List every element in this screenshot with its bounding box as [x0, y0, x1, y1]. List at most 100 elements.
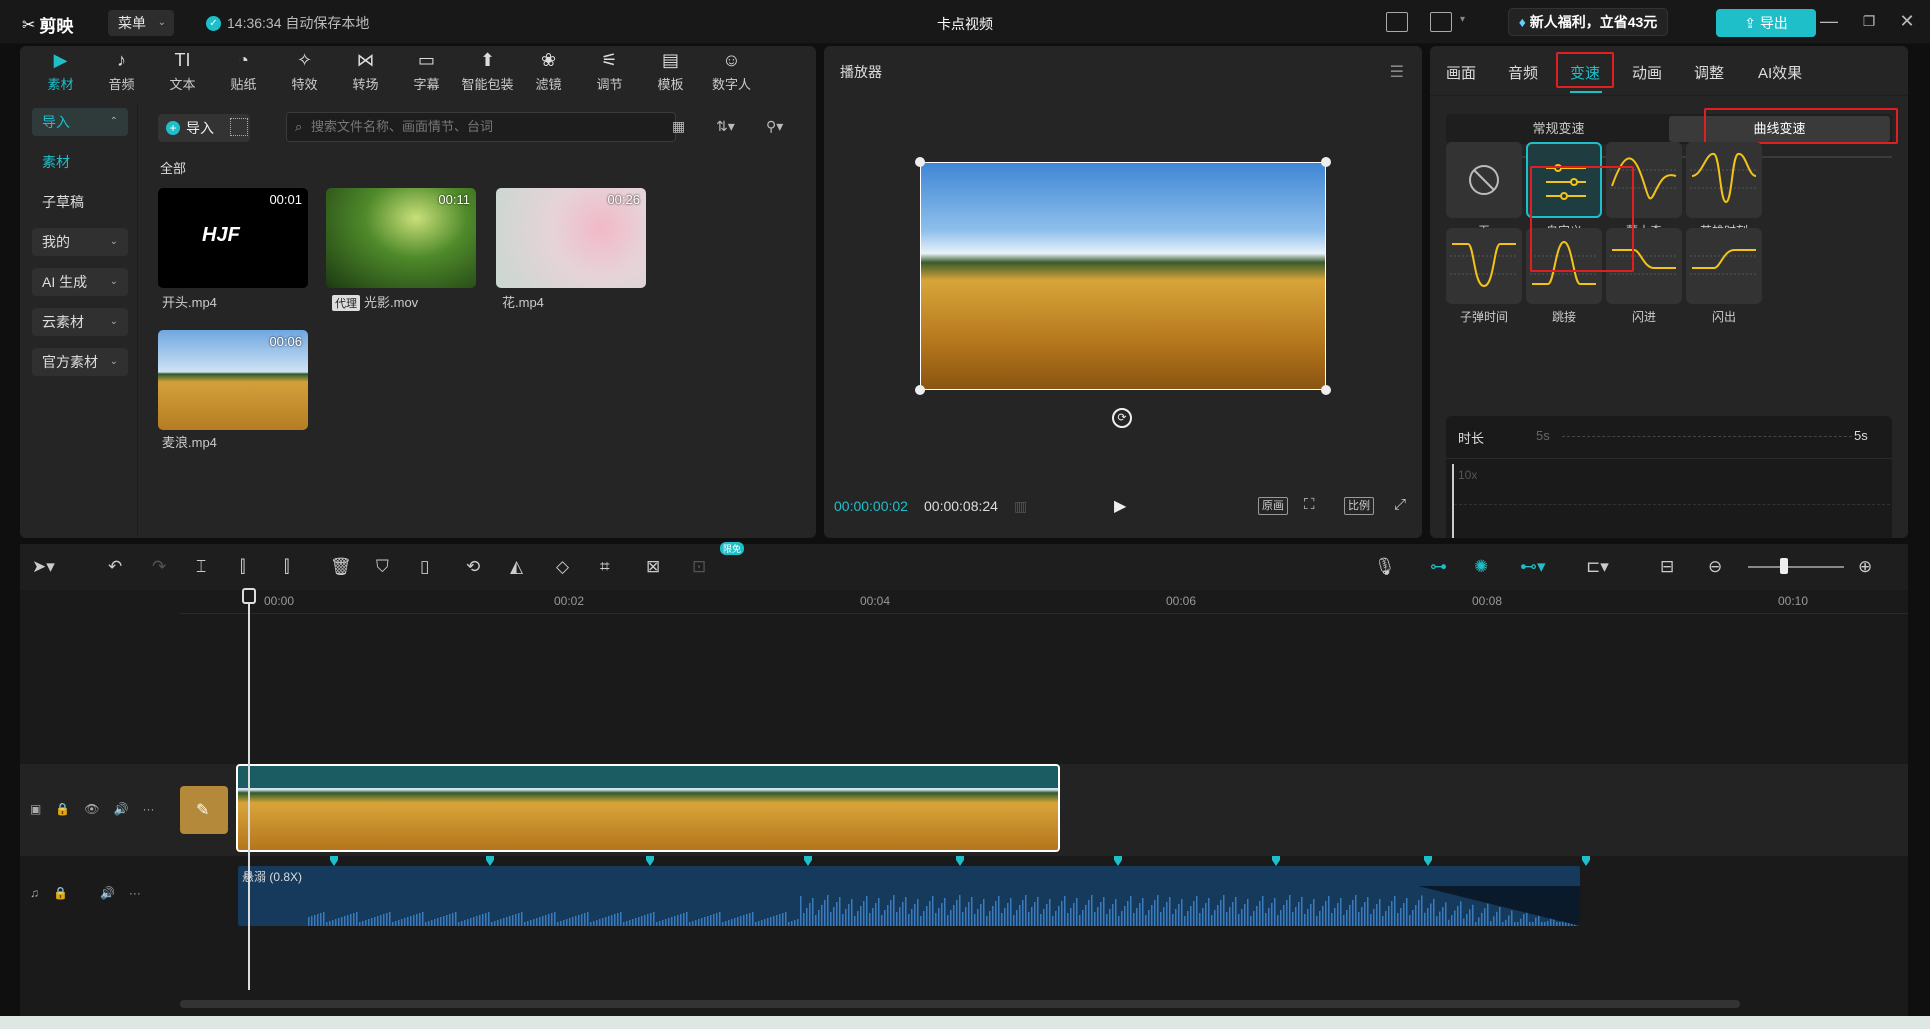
- media-thumb-light[interactable]: 00:11: [326, 188, 476, 288]
- menu-icon[interactable]: ☰: [1390, 62, 1404, 82]
- more-icon[interactable]: ···: [142, 802, 154, 816]
- main-track-magnet-icon[interactable]: ⊶: [1430, 558, 1447, 576]
- restore-button[interactable]: ❐: [1858, 10, 1880, 32]
- beat-marker[interactable]: [956, 856, 964, 866]
- preview-axis-icon[interactable]: ⊏▾: [1586, 558, 1609, 576]
- tab-animation[interactable]: 动画: [1632, 62, 1662, 83]
- toolbar-item-6[interactable]: ▭ 字幕: [396, 46, 457, 96]
- cover-thumbnail[interactable]: ✎: [180, 786, 228, 834]
- media-thumb-intro[interactable]: HJF 00:01: [158, 188, 308, 288]
- ratio-button[interactable]: 比例: [1344, 497, 1374, 515]
- fullscreen-icon[interactable]: ⤢: [1394, 496, 1406, 513]
- toolbar-item-1[interactable]: ♪ 音频: [91, 46, 152, 96]
- mirror-icon[interactable]: ◭: [510, 558, 523, 576]
- zoom-slider-thumb[interactable]: [1780, 558, 1788, 574]
- beat-marker[interactable]: [1114, 856, 1122, 866]
- sidebar-item-mine[interactable]: 我的 ⌄: [32, 228, 128, 256]
- beat-marker[interactable]: [330, 856, 338, 866]
- freeze-icon[interactable]: ▯: [420, 558, 429, 576]
- eye-icon[interactable]: 👁: [84, 802, 99, 816]
- resize-handle[interactable]: [1321, 157, 1331, 167]
- zoom-out-icon[interactable]: ⊖: [1708, 558, 1722, 576]
- audio-clip[interactable]: 悬溺 (0.8X): [238, 866, 1580, 926]
- curve-preset-2[interactable]: [1606, 142, 1682, 218]
- toolbar-item-9[interactable]: ⚟ 调节: [579, 46, 640, 96]
- curve-preset-5[interactable]: [1526, 228, 1602, 304]
- toolbar-item-3[interactable]: ◔ 贴纸: [213, 46, 274, 96]
- playhead-handle[interactable]: [242, 588, 256, 604]
- export-button[interactable]: ⇪ 导出: [1716, 9, 1816, 37]
- resize-handle[interactable]: [1321, 385, 1331, 395]
- normal-speed-button[interactable]: 常规变速: [1448, 116, 1669, 142]
- zoom-slider[interactable]: [1748, 566, 1844, 568]
- qr-scan-icon[interactable]: [230, 118, 248, 136]
- toolbar-item-5[interactable]: ⋈ 转场: [335, 46, 396, 96]
- tab-ai-effects[interactable]: AI效果: [1758, 62, 1802, 83]
- undo-icon[interactable]: ↶: [108, 558, 122, 576]
- redo-icon[interactable]: ↷: [152, 558, 166, 576]
- split-left-icon[interactable]: ⫿: [240, 558, 245, 576]
- chevron-down-icon[interactable]: ▾: [1460, 14, 1465, 25]
- ai-cutout-icon[interactable]: ⊡: [692, 558, 706, 576]
- beat-marker[interactable]: [646, 856, 654, 866]
- close-button[interactable]: ✕: [1896, 10, 1918, 32]
- time-ruler[interactable]: 00:00 00:02 00:04 00:06 00:08 00:10: [180, 590, 1908, 614]
- volume-icon[interactable]: 🔊: [114, 802, 129, 816]
- main-menu-button[interactable]: 菜单 ⌄: [108, 10, 174, 36]
- delete-icon[interactable]: 🗑: [330, 558, 352, 576]
- media-thumb-wheat[interactable]: 00:06: [158, 330, 308, 430]
- curve-preset-1[interactable]: [1526, 142, 1602, 218]
- auto-reframe-icon[interactable]: ⊠: [646, 558, 660, 576]
- curve-preset-0[interactable]: [1446, 142, 1522, 218]
- video-preview[interactable]: [920, 162, 1326, 390]
- toolbar-item-8[interactable]: ❀ 滤镜: [518, 46, 579, 96]
- tab-adjust[interactable]: 调整: [1694, 62, 1724, 83]
- promo-button[interactable]: ♦ 新人福利，立省43元: [1508, 8, 1668, 36]
- grid-view-icon[interactable]: ▦: [672, 118, 685, 135]
- beat-marker[interactable]: [804, 856, 812, 866]
- resize-handle[interactable]: [915, 157, 925, 167]
- toolbar-item-4[interactable]: ✧ 特效: [274, 46, 335, 96]
- video-clip[interactable]: [236, 764, 1060, 852]
- toolbar-item-0[interactable]: ▶ 素材: [30, 46, 91, 96]
- sidebar-item-import[interactable]: 导入 ⌃: [32, 108, 128, 136]
- sidebar-item-material[interactable]: 素材: [32, 148, 128, 176]
- resize-handle[interactable]: [915, 385, 925, 395]
- beat-marker[interactable]: [1582, 856, 1590, 866]
- zoom-in-icon[interactable]: ⊕: [1858, 558, 1872, 576]
- microphone-icon[interactable]: 🎙: [1374, 558, 1396, 576]
- lock-icon[interactable]: 🔒: [55, 802, 70, 816]
- filter-icon[interactable]: ⚲▾: [766, 118, 783, 135]
- frame-grid-icon[interactable]: ▥: [1014, 498, 1027, 515]
- beat-marker[interactable]: [1272, 856, 1280, 866]
- link-icon[interactable]: ⊷▾: [1520, 558, 1546, 576]
- search-input[interactable]: ⌕ 搜索文件名称、画面情节、台词: [286, 112, 676, 142]
- curve-preset-7[interactable]: [1686, 228, 1762, 304]
- tab-picture[interactable]: 画面: [1446, 62, 1476, 83]
- curve-preset-4[interactable]: [1446, 228, 1522, 304]
- duration-slider[interactable]: [1562, 436, 1852, 437]
- split-icon[interactable]: ⌶: [196, 558, 206, 576]
- original-quality-button[interactable]: 原画: [1258, 497, 1288, 515]
- project-title[interactable]: 卡点视频: [937, 16, 993, 32]
- play-icon[interactable]: ▶: [1114, 496, 1126, 516]
- sidebar-item-official[interactable]: 官方素材 ⌄: [32, 348, 128, 376]
- sidebar-item-cloud[interactable]: 云素材 ⌄: [32, 308, 128, 336]
- volume-icon[interactable]: 🔊: [100, 886, 115, 900]
- screenshot-icon[interactable]: ⛶: [1304, 496, 1315, 513]
- beat-marker[interactable]: [1424, 856, 1432, 866]
- toolbar-item-11[interactable]: ☺ 数字人: [701, 46, 762, 96]
- reverse-icon[interactable]: ⟲: [466, 558, 480, 576]
- playhead[interactable]: [248, 590, 250, 990]
- curve-preset-3[interactable]: [1686, 142, 1762, 218]
- keyboard-shortcut-icon[interactable]: [1386, 12, 1408, 32]
- rotate-icon[interactable]: ◇: [556, 558, 569, 576]
- layout-icon[interactable]: [1430, 12, 1452, 32]
- curve-speed-button[interactable]: 曲线变速: [1669, 116, 1890, 142]
- sidebar-item-subdraft[interactable]: 子草稿: [32, 188, 128, 216]
- sidebar-item-ai-generate[interactable]: AI 生成 ⌄: [32, 268, 128, 296]
- lock-icon[interactable]: 🔒: [53, 886, 68, 900]
- media-thumb-flower[interactable]: 00:26: [496, 188, 646, 288]
- crop-icon[interactable]: ⌗: [600, 558, 610, 576]
- toolbar-item-10[interactable]: ▤ 模板: [640, 46, 701, 96]
